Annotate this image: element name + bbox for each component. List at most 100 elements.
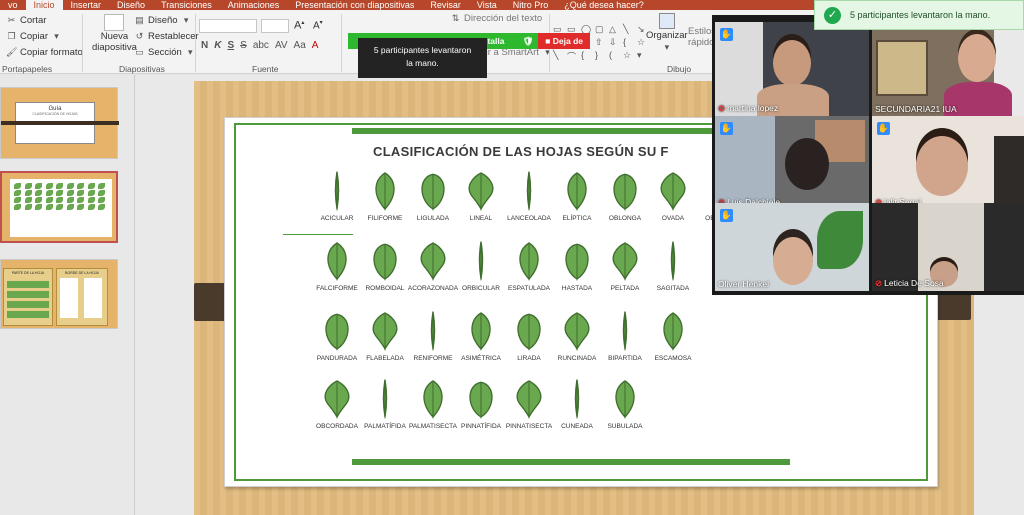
participant-name: ⊘ martina lopez	[718, 103, 779, 113]
mic-muted-icon: ⊘	[718, 103, 726, 113]
brace-shape-icon[interactable]: }	[595, 50, 607, 63]
curve-shape-icon[interactable]: ⌒	[567, 50, 579, 63]
text-direction-label: Dirección del texto	[464, 13, 543, 24]
slide-thumbnail-1[interactable]: Guía CLASIFICACIÓN DE HOJAS	[0, 87, 119, 159]
arrange-icon	[658, 13, 675, 29]
layout-label: Diseño	[148, 15, 178, 26]
participant-tile[interactable]: ✋ ⊘ lalit Segal	[872, 116, 1024, 210]
slide-3-right-box: BORDE DE LA HOJA	[56, 268, 108, 326]
drawing-group-label: Dibujo	[667, 64, 692, 74]
change-case-icon[interactable]: Aa	[294, 40, 306, 51]
chevron-down-icon: ▾	[54, 31, 59, 41]
participant-tile[interactable]: ✋ ⊘ martina lopez	[715, 22, 869, 116]
slide-thumbnail-2[interactable]	[0, 171, 118, 243]
slide-3-right-panel	[60, 278, 104, 318]
raised-hand-icon: ✋	[877, 122, 890, 135]
copy-label: Copiar	[20, 31, 48, 42]
slide-thumbnail-panel: Guía CLASIFICACIÓN DE HOJAS PARTE DE LA …	[0, 75, 135, 515]
slide-3-left-box: PARTE DE LA HOJA	[3, 268, 53, 326]
shadow-icon[interactable]: abc	[253, 40, 269, 51]
participant-name: Oliver Henkel	[718, 279, 770, 289]
slide-thumbnail-3[interactable]: PARTE DE LA HOJA BORDE DE LA HOJA	[0, 259, 118, 329]
arrow-shape-icon[interactable]: ⇧	[595, 37, 607, 48]
slide-2-card	[10, 179, 112, 237]
participant-name: ⊘ Leticia De Sosa	[875, 278, 944, 288]
section-icon: ▭	[135, 47, 144, 57]
participant-tile[interactable]: ✋ ⊘ Luis Dalchiele	[715, 116, 869, 210]
brace-shape-icon[interactable]: {	[623, 37, 635, 48]
underline-button[interactable]: S	[227, 40, 234, 51]
shield-icon[interactable]: 🛡	[522, 36, 534, 47]
stop-share-button[interactable]: ■ Deja de	[538, 33, 590, 49]
cut-button[interactable]: ✂ Cortar	[6, 15, 47, 26]
section-button[interactable]: ▭ Sección ▾	[134, 47, 196, 58]
sheet-title: CLASIFICACIÓN DE LAS HOJAS SEGÚN SU F	[373, 144, 669, 159]
new-slide-label-2: diapositiva	[92, 42, 137, 53]
slide-3-left-leaves	[7, 278, 49, 318]
raised-hands-notification[interactable]: ✓ 5 participantes levantaron la mano.	[814, 0, 1024, 30]
brace-shape-icon[interactable]: (	[609, 50, 621, 63]
participant-tile[interactable]: SECUNDARIA21 IUA	[872, 22, 1024, 116]
participant-name: SECUNDARIA21 IUA	[875, 104, 957, 114]
cut-label: Cortar	[20, 15, 47, 26]
new-slide-button[interactable]: Nueva diapositiva	[92, 14, 137, 53]
rect-shape-icon[interactable]: ▢	[595, 24, 607, 35]
char-spacing-icon[interactable]: AV	[275, 40, 288, 51]
chevron-down-icon: ▾	[664, 42, 670, 52]
tell-me-search[interactable]: ¿Qué desea hacer?	[556, 0, 652, 10]
reset-button[interactable]: ↺ Restablecer	[134, 31, 199, 42]
strikethrough-button[interactable]: S	[240, 40, 247, 51]
divider	[82, 14, 83, 72]
tab-nitro-pro[interactable]: Nitro Pro	[505, 0, 557, 10]
tab-insert[interactable]: Insertar	[63, 0, 110, 10]
mic-muted-icon: ⊘	[875, 278, 883, 288]
tab-file[interactable]: vo	[0, 0, 26, 10]
slide-2-leaf-grid	[10, 179, 112, 214]
slide-3-left-label: PARTE DE LA HOJA	[11, 271, 45, 275]
arrow-shape-icon[interactable]: ⇩	[609, 37, 621, 48]
text-direction-icon: ⇅	[451, 13, 460, 23]
line-shape-icon[interactable]: ╲	[623, 24, 635, 35]
line-shape-icon[interactable]: ╲	[553, 50, 565, 63]
brace-shape-icon[interactable]: {	[581, 50, 593, 63]
participant-tile[interactable]: ✋ Oliver Henkel	[715, 203, 869, 291]
slides-group-label: Diapositivas	[119, 64, 165, 74]
participant-tile[interactable]: ⊘ Leticia De Sosa	[872, 203, 1024, 291]
tab-transitions[interactable]: Transiciones	[153, 0, 220, 10]
tab-slideshow[interactable]: Presentación con diapositivas	[287, 0, 422, 10]
copy-button[interactable]: ❐ Copiar ▾	[6, 31, 62, 42]
leaf-icon	[615, 380, 635, 419]
tab-review[interactable]: Revisar	[422, 0, 469, 10]
arrange-label: Organizar	[646, 30, 688, 41]
raised-hand-icon: ✋	[720, 209, 733, 222]
participant-face	[773, 237, 813, 285]
text-direction-button[interactable]: ⇅ Dirección del texto	[450, 13, 542, 24]
paintbrush-icon: 🖌	[6, 47, 18, 57]
held-leaf	[817, 211, 863, 269]
format-painter-button[interactable]: 🖌 Copiar formato	[6, 47, 83, 58]
shrink-font-button[interactable]: A▾	[313, 19, 323, 31]
grow-font-button[interactable]: A▴	[294, 19, 304, 32]
leaf-label: SAGITADA	[656, 285, 690, 292]
star-shape-icon[interactable]: ☆	[623, 50, 635, 63]
layout-button[interactable]: ▤ Diseño ▾	[134, 15, 192, 26]
triangle-shape-icon[interactable]: △	[609, 24, 621, 35]
arrange-button[interactable]: Organizar ▾	[646, 13, 688, 53]
bottom-green-bar	[352, 459, 790, 465]
raised-hand-icon: ✋	[720, 122, 733, 135]
participant-face	[916, 136, 968, 196]
slide-1-subtitle: CLASIFICACIÓN DE HOJAS	[32, 112, 78, 116]
tab-view[interactable]: Vista	[469, 0, 505, 10]
tooltip-line-1: 5 participantes levantaron	[373, 45, 472, 55]
tab-design[interactable]: Diseño	[109, 0, 153, 10]
tab-animations[interactable]: Animaciones	[220, 0, 288, 10]
bold-button[interactable]: N	[201, 40, 208, 51]
italic-button[interactable]: K	[214, 40, 221, 51]
leaf-icon	[663, 312, 683, 351]
doorway	[994, 136, 1024, 210]
font-name-combo[interactable]	[199, 19, 257, 33]
participant-face	[773, 40, 811, 86]
font-color-icon[interactable]: A	[312, 40, 319, 51]
font-size-combo[interactable]	[261, 19, 289, 33]
tab-home[interactable]: Inicio	[25, 0, 63, 10]
